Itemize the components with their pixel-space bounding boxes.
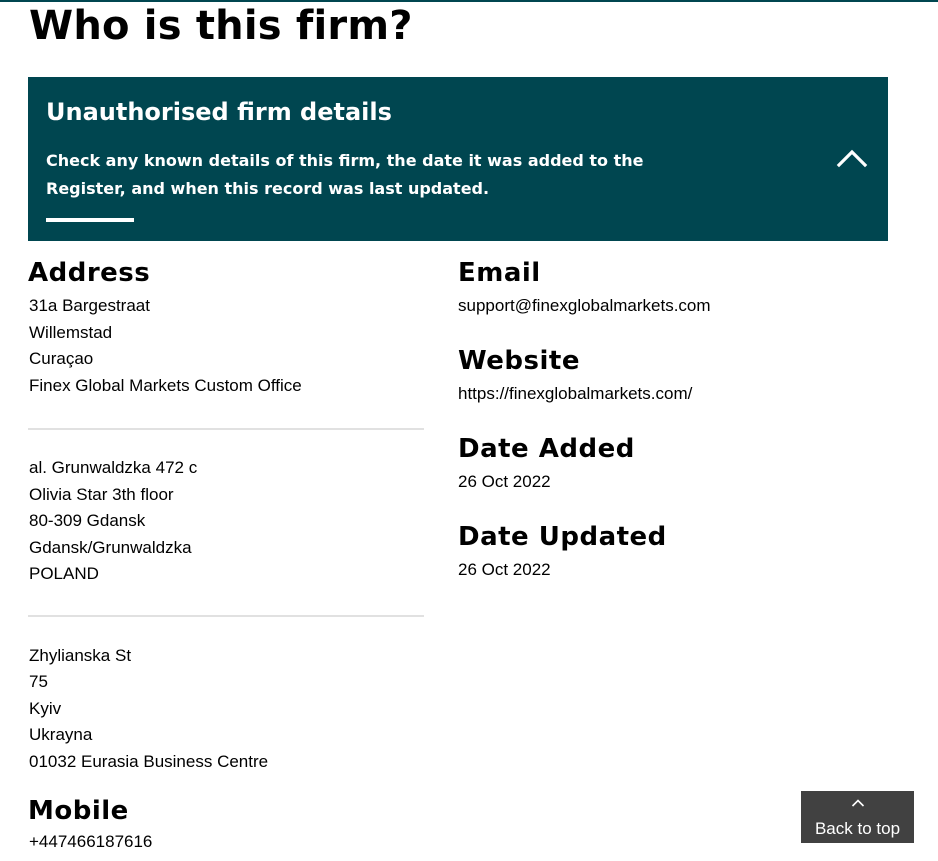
address-heading: Address	[28, 258, 151, 288]
address-block: al. Grunwaldzka 472 c Olivia Star 3th fl…	[28, 455, 424, 588]
address-divider	[28, 428, 424, 430]
address-line: 01032 Eurasia Business Centre	[29, 751, 269, 771]
address-line: Kyiv	[29, 698, 62, 718]
address-line: 31a Bargestraat	[29, 296, 150, 315]
address-line: Zhylianska St	[29, 645, 132, 665]
panel-heading: Unauthorised firm details	[46, 98, 392, 126]
chevron-up-icon	[836, 149, 868, 168]
address-line: 80-309 Gdansk	[29, 511, 146, 530]
email-value: support@finexglobalmarkets.com	[458, 296, 711, 315]
date-updated-heading: Date Updated	[458, 522, 667, 552]
address-block: Zhylianska St 75 Kyiv Ukrayna 01032 Eura…	[28, 643, 424, 776]
date-added-heading: Date Added	[458, 434, 635, 464]
page-title: Who is this firm?	[29, 3, 413, 49]
mobile-value: +447466187616	[29, 832, 153, 851]
address-line: POLAND	[29, 564, 99, 583]
address-line: Curaçao	[29, 349, 94, 368]
address-block: 31a Bargestraat Willemstad Curaçao Finex…	[28, 293, 424, 399]
email-heading: Email	[458, 258, 541, 288]
address-line: Finex Global Markets Custom Office	[29, 375, 302, 395]
address-line: 75	[29, 672, 48, 691]
address-line: al. Grunwaldzka 472 c	[29, 458, 198, 477]
website-heading: Website	[458, 346, 580, 376]
mobile-heading: Mobile	[28, 796, 129, 826]
chevron-up-icon	[851, 799, 865, 807]
date-added-value: 26 Oct 2022	[458, 472, 551, 491]
unauthorised-firm-panel: Unauthorised firm details Check any know…	[28, 77, 888, 241]
left-column: Address 31a Bargestraat Willemstad Curaç…	[28, 255, 424, 855]
back-to-top-label: Back to top	[814, 819, 901, 838]
collapse-panel-button[interactable]	[834, 145, 870, 171]
right-column: Email support@finexglobalmarkets.com Web…	[458, 255, 878, 583]
address-line: Ukrayna	[29, 725, 93, 744]
address-line: Willemstad	[29, 322, 113, 342]
address-divider	[28, 614, 424, 617]
back-to-top-button[interactable]: Back to top	[801, 791, 914, 843]
date-updated-value: 26 Oct 2022	[458, 560, 551, 579]
panel-heading-underline	[46, 218, 134, 222]
website-value: https://finexglobalmarkets.com/	[458, 384, 693, 403]
address-line: Gdansk/Grunwaldzka	[29, 537, 192, 557]
panel-description: Check any known details of this firm, th…	[46, 151, 644, 198]
address-line: Olivia Star 3th floor	[29, 484, 174, 504]
